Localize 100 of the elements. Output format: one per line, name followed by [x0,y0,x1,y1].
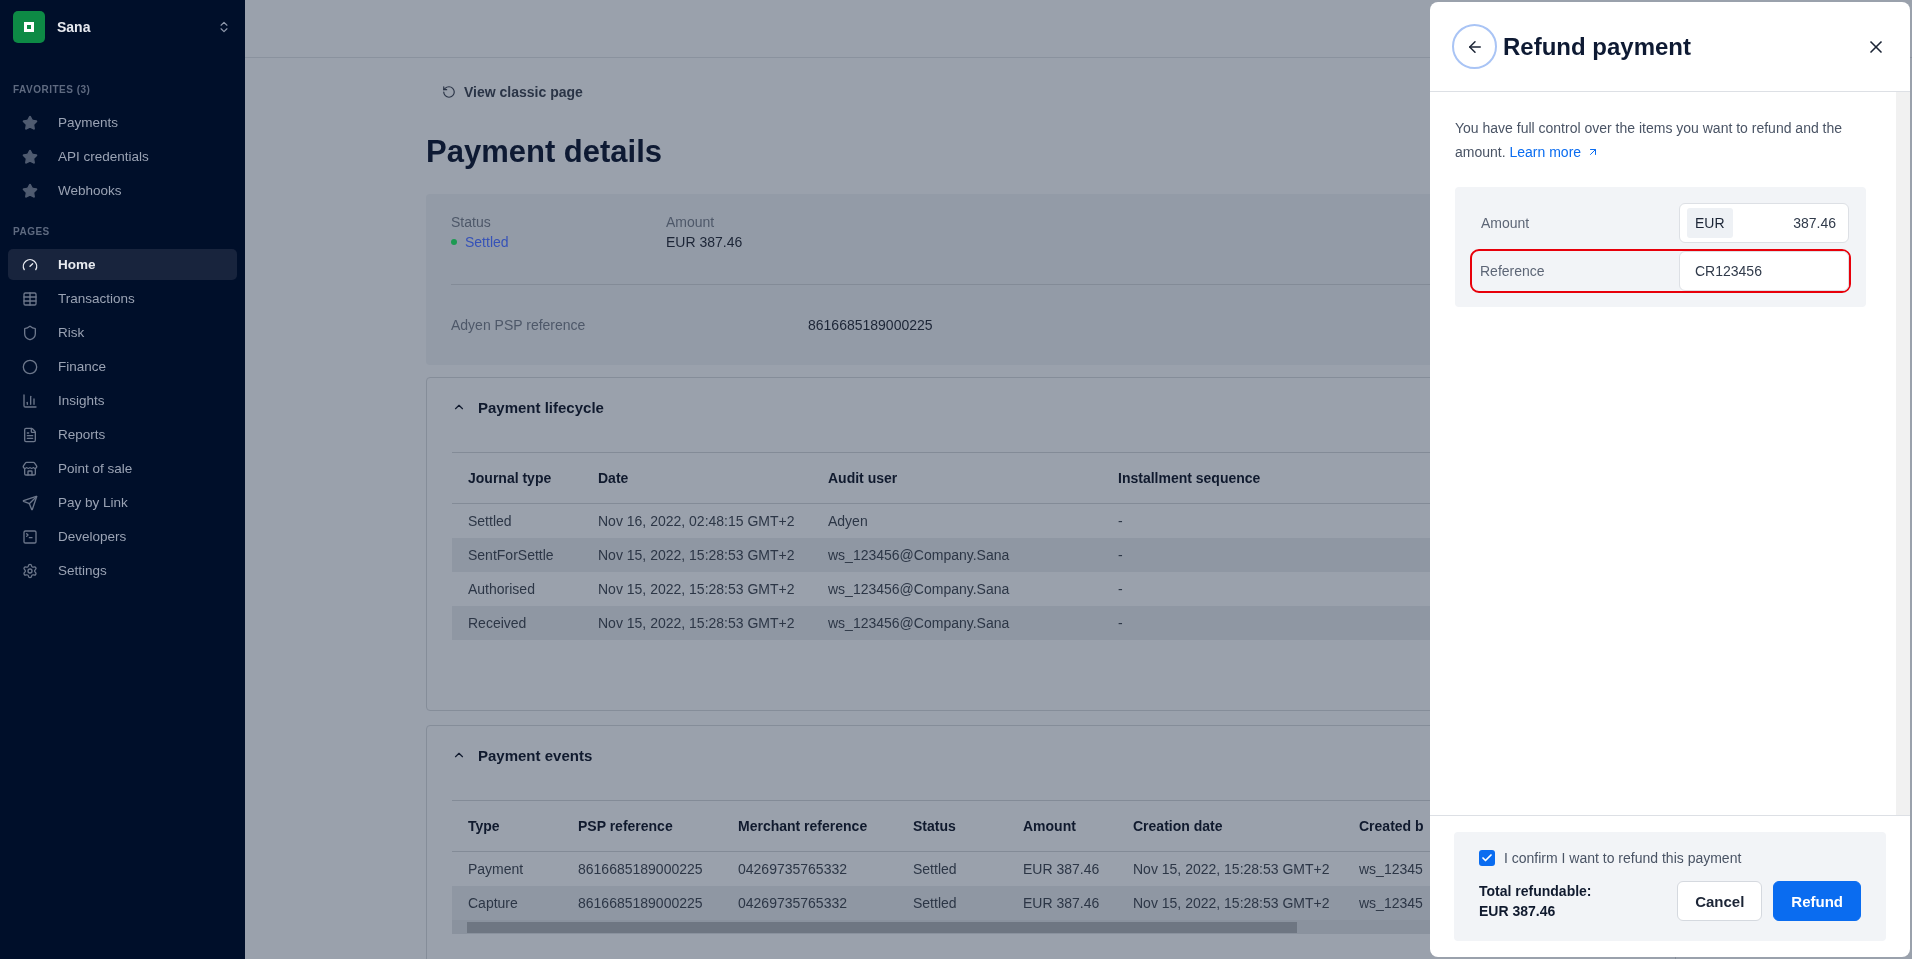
table-cell-text: 04269735765332 [737,861,848,877]
table-cell-text: Payment [467,861,525,877]
reference-field[interactable]: CR123456 [1679,251,1849,291]
table-cell-text: ws_12345 [1358,861,1424,877]
back-button[interactable] [1452,24,1497,69]
sidebar-item[interactable]: Settings [8,555,237,586]
table-cell-text: 8616685189000225 [577,861,704,877]
table-cell-text: Capture [467,895,519,911]
shield-icon [22,324,38,341]
table-cell-text: Adyen [827,513,869,529]
bar-chart-icon [22,392,38,409]
total-label: Total refundable: [1479,882,1593,901]
settings-icon [22,562,38,579]
column-header: Merchant reference [737,818,869,834]
section-title: FAVORITES (3) [12,84,92,95]
table-cell-text: Settled [912,895,958,911]
sidebar-item[interactable]: Insights [8,385,237,416]
section-title: PAGES [12,226,51,237]
column-header: Date [597,470,630,486]
star-icon [22,148,38,165]
column-header: Journal type [467,470,553,486]
column-header: Audit user [827,470,899,486]
column-header: Status [912,818,957,834]
column-header: Type [467,818,501,834]
field-label: Reference [1480,263,1545,279]
section-title: Payment lifecycle [478,398,604,416]
paper-plane-icon [22,494,38,511]
gauge-icon [22,256,38,273]
table-cell-text: ws_12345 [1358,895,1424,911]
field-label: Amount [1481,215,1530,231]
confirm-label: I confirm I want to refund this payment [1504,850,1742,866]
terminal-icon [22,528,38,545]
sidebar-item[interactable]: Transactions [8,283,237,314]
table-cell-text: EUR 387.46 [1022,895,1101,911]
sidebar-item[interactable]: Risk [8,317,237,348]
table-cell-text: Settled [467,513,513,529]
refund-button[interactable]: Refund [1773,881,1861,921]
column-header: Installment sequence [1117,470,1262,486]
table-cell-text: Nov 15, 2022, 15:28:53 GMT+2 [1132,861,1331,877]
document-icon [22,426,38,443]
account-logo [13,11,45,43]
table-cell-text: Nov 15, 2022, 15:28:53 GMT+2 [597,581,796,597]
intro-text: You have full control over the items you want to refund and the amount. Learn more [1455,116,1866,164]
table-cell-text: Nov 15, 2022, 15:28:53 GMT+2 [1132,895,1331,911]
section-title: Payment events [478,746,593,764]
column-header: PSP reference [577,818,674,834]
table-cell-text: ws_123456@Company.Sana [827,581,1011,597]
drawer-title: Refund payment [1503,32,1692,61]
column-header: Created b [1358,818,1425,834]
status-text: Settled [465,234,509,250]
table-cell-text: - [1117,615,1124,631]
sidebar-item[interactable]: Reports [8,419,237,450]
cancel-button[interactable]: Cancel [1677,881,1763,921]
circle-icon [22,358,38,375]
table-cell-text: 8616685189000225 [577,895,704,911]
sidebar-item[interactable]: Home [8,249,237,280]
account-name: Sana [57,19,92,35]
sidebar-item[interactable]: Finance [8,351,237,382]
column-header: Amount [1022,818,1077,834]
total-value: EUR 387.46 [1479,902,1557,921]
table-cell-text: - [1117,581,1124,597]
table-cell-text: ws_123456@Company.Sana [827,547,1011,563]
table-cell-text: Authorised [467,581,536,597]
table-cell-text: 04269735765332 [737,895,848,911]
star-icon [22,114,38,131]
field-label: Status [451,214,492,230]
scroll-thumb[interactable] [467,922,1297,933]
sidebar-item[interactable]: API credentials [8,141,237,172]
currency-tag: EUR [1687,208,1733,238]
undo-icon [442,85,456,99]
page-title: Payment details [426,134,663,170]
sidebar-item[interactable]: Developers [8,521,237,552]
table-cell-text: Nov 16, 2022, 02:48:15 GMT+2 [597,513,796,529]
table-cell-text: Settled [912,861,958,877]
view-classic-link[interactable]: View classic page [442,84,583,100]
table-cell-text: ws_123456@Company.Sana [827,615,1011,631]
table-cell-text: - [1117,513,1124,529]
table-cell-text: Received [467,615,528,631]
psp-value: 8616685189000225 [808,317,933,333]
amount-field[interactable]: EUR 387.46 [1679,203,1849,243]
scrollbar[interactable] [1896,92,1910,815]
checkbox[interactable] [1479,850,1495,866]
sidebar-item[interactable]: Payments [8,107,237,138]
column-header: Creation date [1132,818,1224,834]
amount-value: EUR 387.46 [666,234,743,250]
table-cell-text: SentForSettle [467,547,555,563]
table-cell-text: EUR 387.46 [1022,861,1101,877]
table-icon [22,290,38,307]
sidebar-item[interactable]: Point of sale [8,453,237,484]
table-cell-text: Nov 15, 2022, 15:28:53 GMT+2 [597,615,796,631]
table-cell-text: Nov 15, 2022, 15:28:53 GMT+2 [597,547,796,563]
table-cell-text: - [1117,547,1124,563]
sidebar-item[interactable]: Webhooks [8,175,237,206]
sidebar-item[interactable]: Pay by Link [8,487,237,518]
check-icon [1481,852,1493,864]
field-label: Amount [666,214,716,230]
learn-more-link[interactable]: Learn more [1509,140,1600,164]
store-icon [22,460,38,477]
field-label: Adyen PSP reference [451,317,587,333]
status-dot [451,239,457,245]
